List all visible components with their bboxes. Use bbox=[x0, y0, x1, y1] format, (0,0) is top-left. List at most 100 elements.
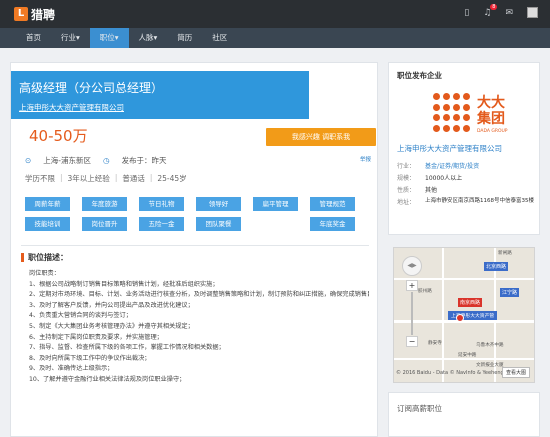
logo-en: DADA GROUP bbox=[477, 129, 508, 134]
benefit-tag: 五险一金 bbox=[139, 217, 184, 231]
report-link[interactable]: 举报 bbox=[360, 155, 371, 163]
info-value: 其他 bbox=[425, 187, 438, 194]
station-label: 北京西路 bbox=[484, 262, 509, 271]
logo-dot bbox=[463, 103, 470, 111]
published-time: 发布于：昨天 bbox=[121, 156, 167, 165]
logo-dot bbox=[453, 103, 460, 111]
sidebar-company-link[interactable]: 上海申彤大大资产管理有限公司 bbox=[397, 143, 502, 154]
top-icons: ▯ ♫ 8 ✉ bbox=[464, 3, 538, 18]
info-key: 行业： bbox=[397, 163, 416, 170]
logo-mark-icon: L bbox=[14, 7, 28, 21]
zoom-slider[interactable] bbox=[411, 292, 413, 335]
logo-dot bbox=[443, 124, 450, 132]
benefit-tag: 岗位晋升 bbox=[82, 217, 127, 231]
bell-icon[interactable]: ♫ 8 bbox=[483, 3, 498, 18]
logo-dot bbox=[463, 124, 470, 132]
company-info: 行业： 基金/证券/期货/投资规模： 10000人以上性质： 其他地址： 上海市静安区南… bbox=[397, 161, 537, 209]
description-title: 职位描述： bbox=[28, 253, 68, 262]
notification-badge: 8 bbox=[490, 3, 498, 10]
map-marker-icon[interactable] bbox=[456, 314, 464, 322]
company-logo[interactable]: 大大集团 DADA GROUP bbox=[433, 91, 533, 137]
description-line: 6、主持制定下属岗位职责及要求，并实施管理； bbox=[29, 333, 163, 341]
benefit-tag: 管理规范 bbox=[310, 197, 355, 211]
section-marker bbox=[21, 253, 24, 262]
logo-text: 猎聘 bbox=[31, 7, 56, 22]
logo-dot bbox=[443, 103, 450, 111]
info-key: 性质： bbox=[397, 187, 416, 194]
company-info-row: 行业： 基金/证券/期货/投资 bbox=[397, 161, 537, 173]
zoom-in-button[interactable]: + bbox=[406, 280, 418, 291]
description-line: 3、及时了解客户反馈，并向公司提出产品及改进优化建议； bbox=[29, 301, 194, 309]
nav-item[interactable]: 简历 bbox=[167, 28, 202, 48]
map-copyright: © 2016 Baidu - Data © NavInfo & Yeeheng bbox=[396, 370, 504, 376]
company-info-row: 地址： 上海市静安区南京西路1168号中信泰富35楼 bbox=[397, 197, 537, 209]
nav-item[interactable]: 人脉▾ bbox=[129, 28, 168, 48]
benefit-tag: 周薪年薪 bbox=[25, 197, 70, 211]
nav-item[interactable]: 首页 bbox=[16, 28, 51, 48]
location-map[interactable]: ◀▶ + − 北京西路 南京西路 江宁路 新闸路 静安寺 乌鲁木齐中路 胶州路 … bbox=[393, 247, 535, 383]
message-icon[interactable]: ✉ bbox=[505, 8, 513, 18]
company-card: 职位发布企业 大大集团 DADA GROUP 上海申彤大大资产管理有限公司 行业… bbox=[388, 62, 540, 235]
subscribe-title: 订阅高薪职位 bbox=[397, 404, 442, 413]
nav-item[interactable]: 行业▾ bbox=[51, 28, 90, 48]
job-title: 高级经理（分公司总经理） bbox=[19, 81, 164, 95]
info-value: 上海市静安区南京西路1168号中信泰富35楼 bbox=[425, 198, 534, 204]
place-label: 文新报业大厦 bbox=[476, 363, 504, 368]
description-line: 9、及时、准确传达上级指示； bbox=[29, 365, 114, 373]
job-description: 职位描述： 岗位职责： 1、根据公司战略制订销售目标策略和销售计划，经批准后组织实… bbox=[21, 245, 369, 436]
benefit-tag: 扁平管理 bbox=[253, 197, 298, 211]
station-label: 江宁路 bbox=[500, 288, 520, 297]
location: 上海-浦东新区 bbox=[43, 156, 92, 165]
logo-dot bbox=[433, 93, 440, 100]
company-info-row: 性质： 其他 bbox=[397, 185, 537, 197]
top-bar: L 猎聘 ▯ ♫ 8 ✉ bbox=[0, 0, 550, 28]
info-key: 规模： bbox=[397, 175, 416, 182]
job-meta-location: ⊙ 上海-浦东新区 ◷ 发布于：昨天 bbox=[25, 155, 167, 166]
benefit-tag: 年底奖金 bbox=[310, 217, 355, 231]
logo-dot bbox=[433, 114, 440, 121]
clock-icon: ◷ bbox=[103, 156, 110, 165]
job-requirements: 学历不限 | 3年以上经验 | 普通话 | 25-45岁 bbox=[25, 173, 187, 183]
description-line: 10、了解并遵守金融行业相关法律法规及岗位职业操守； bbox=[29, 375, 186, 383]
benefit-tag: 节日礼物 bbox=[139, 197, 184, 211]
place-label: 新闸路 bbox=[498, 251, 512, 256]
logo-dot bbox=[443, 93, 450, 100]
experience: 3年以上经验 bbox=[67, 174, 110, 183]
place-label: 静安寺 bbox=[428, 341, 442, 346]
place-label: 胶州路 bbox=[418, 289, 432, 294]
nav-item[interactable]: 社区 bbox=[202, 28, 237, 48]
logo-dot bbox=[453, 93, 460, 100]
job-title-box: 高级经理（分公司总经理） 上海申彤大大资产管理有限公司 bbox=[11, 71, 309, 119]
job-detail-card: 高级经理（分公司总经理） 上海申彤大大资产管理有限公司 40-50万 我感兴趣 … bbox=[10, 62, 378, 437]
station-label: 南京西路 bbox=[458, 298, 483, 307]
site-logo[interactable]: L 猎聘 bbox=[14, 5, 55, 23]
zoom-out-button[interactable]: − bbox=[406, 336, 418, 347]
logo-dots bbox=[433, 93, 473, 133]
map-pan-control[interactable]: ◀▶ bbox=[402, 256, 422, 276]
description-line: 8、及时向所属下级工作中的争议作出裁决； bbox=[29, 354, 151, 362]
info-value: 10000人以上 bbox=[425, 175, 463, 182]
info-value[interactable]: 基金/证券/期货/投资 bbox=[425, 161, 479, 173]
nav-item[interactable]: 职位▾ bbox=[89, 28, 129, 48]
benefit-tag: 年度旅游 bbox=[82, 197, 127, 211]
logo-dot bbox=[463, 93, 470, 100]
place-label: 延安中路 bbox=[458, 353, 477, 358]
description-list: 岗位职责： 1、根据公司战略制订销售目标策略和销售计划，经批准后组织实施； 2、定期… bbox=[21, 269, 369, 386]
logo-dot bbox=[433, 124, 440, 132]
phone-icon[interactable]: ▯ bbox=[464, 8, 469, 18]
benefit-tag: 技能培训 bbox=[25, 217, 70, 231]
logo-dot bbox=[463, 114, 470, 121]
place-label: 乌鲁木齐中路 bbox=[476, 343, 504, 348]
subscribe-card: 订阅高薪职位 bbox=[388, 392, 540, 437]
apply-button[interactable]: 我感兴趣 调职系我 bbox=[266, 128, 376, 146]
info-key: 地址： bbox=[397, 199, 416, 206]
view-big-map-button[interactable]: 查看大图 bbox=[501, 367, 530, 378]
avatar[interactable] bbox=[527, 7, 538, 18]
company-link[interactable]: 上海申彤大大资产管理有限公司 bbox=[19, 102, 299, 113]
logo-cn: 大大集团 bbox=[477, 95, 505, 127]
publisher-title: 职位发布企业 bbox=[397, 71, 442, 80]
description-line: 1、根据公司战略制订销售目标策略和销售计划，经批准后组织实施； bbox=[29, 280, 219, 288]
description-line: 5、制定《大大集团业务考核管理办法》并遵守其相关规定； bbox=[29, 322, 194, 330]
logo-dot bbox=[433, 103, 440, 111]
company-info-row: 规模： 10000人以上 bbox=[397, 173, 537, 185]
